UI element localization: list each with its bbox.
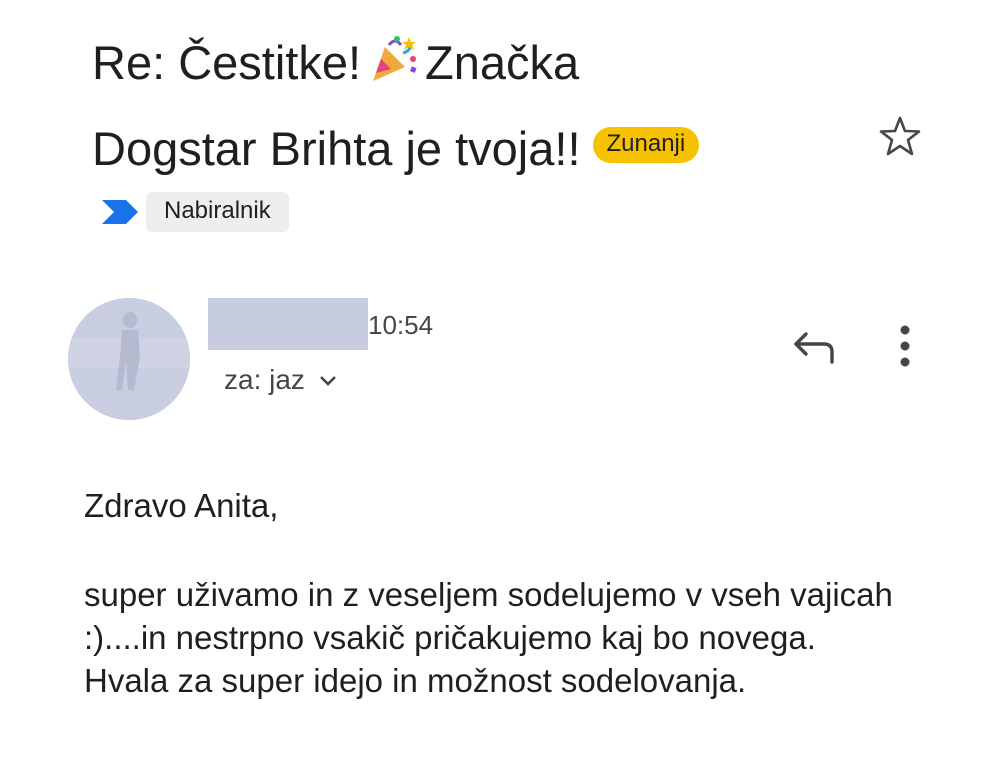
recipient-label: za: jaz: [224, 364, 305, 395]
body-greeting: Zdravo Anita,: [84, 487, 279, 524]
star-outline-icon: [879, 116, 921, 156]
reply-icon: [794, 332, 834, 364]
star-button[interactable]: [876, 112, 924, 160]
more-vert-icon: [900, 325, 910, 367]
body-paragraph-1: super uživamo in z veseljem sodelujemo v…: [84, 576, 893, 656]
label-chip-inbox[interactable]: Nabiralnik: [146, 192, 289, 232]
email-subject: Re: Čestitke! Značka Dogstar Brihta je t…: [92, 20, 872, 192]
subject-text-line2: Dogstar Brihta je tvoja!!: [92, 122, 581, 175]
recipient-details-toggle[interactable]: za: jaz: [224, 364, 339, 396]
email-time: 10:54: [368, 310, 434, 340]
avatar[interactable]: [68, 298, 190, 420]
reply-button[interactable]: [788, 326, 838, 370]
party-popper-icon: [373, 36, 417, 81]
importance-marker-icon: [102, 200, 138, 224]
subject-text-part1: Re: Čestitke!: [92, 36, 362, 89]
external-badge: Zunanji: [592, 127, 700, 163]
chevron-down-icon: [320, 376, 336, 386]
subject-text-part2: Značka: [425, 36, 580, 89]
more-options-button[interactable]: [890, 322, 920, 372]
label-row: Nabiralnik: [100, 192, 289, 232]
subject-line-2: Dogstar Brihta je tvoja!! Zunanji: [92, 106, 872, 192]
avatar-photo: [68, 298, 190, 420]
body-paragraph-2: Hvala za super idejo in možnost sodelova…: [84, 662, 747, 699]
sender-name-redacted: [208, 298, 368, 350]
subject-line-1: Re: Čestitke! Značka: [92, 20, 872, 106]
email-body: Zdravo Anita, super uživamo in z veselje…: [84, 484, 944, 702]
